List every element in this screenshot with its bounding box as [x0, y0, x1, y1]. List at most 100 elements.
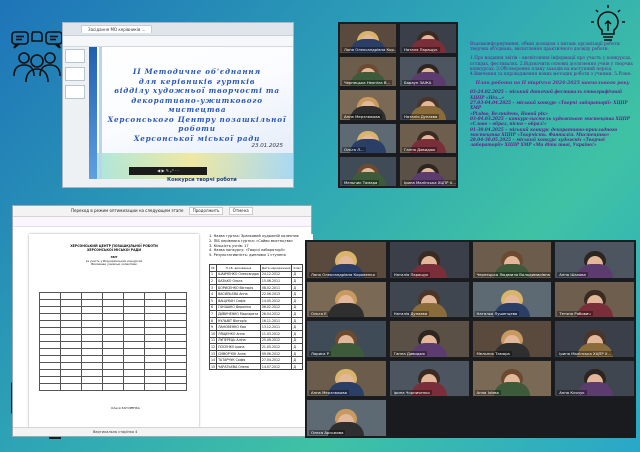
report-table-cell	[102, 362, 124, 370]
report-table-cell	[123, 306, 145, 314]
participant-name: Мельник Тамара	[342, 179, 380, 185]
bottom-video-tile[interactable]: Ірина Чорниченко	[388, 359, 470, 398]
participant-name: Ганна Давидюк	[391, 350, 428, 356]
bottom-video-tile[interactable]: Наталья Лушенцева	[471, 280, 553, 319]
browser-tab[interactable]: Засідання МО керівників ...	[81, 25, 153, 33]
report-table-cell	[102, 383, 124, 391]
report-table-cell	[81, 313, 103, 321]
report-table-cell	[144, 383, 166, 391]
report-table-cell	[39, 299, 61, 307]
report-table-cell	[39, 348, 61, 356]
table-cell: СИМОР'ЮК Анна	[216, 349, 261, 358]
top-video-tile[interactable]: Наталія Дунаєва	[399, 89, 457, 121]
report-table-cell	[123, 355, 145, 363]
table-cell: 09.06.2012	[259, 349, 293, 358]
table-cell: Д	[291, 316, 303, 325]
top-video-tile[interactable]: Ольга Л...	[339, 122, 397, 154]
participant-name: Ольга Л...	[342, 146, 366, 152]
slide-title-line: декоративно-ужиткового мистецтва	[131, 95, 263, 115]
bottom-video-tile[interactable]: Чернецька Людмила Володимирівна	[471, 241, 553, 279]
bottom-video-tile[interactable]: Анна Мерзлюкова	[306, 359, 387, 398]
slide-title-line: ІІ Методичне об'єднання	[133, 67, 261, 76]
table-cell: 6	[209, 303, 218, 312]
cancel-button[interactable]: Отмена	[228, 207, 253, 215]
bottom-video-tile[interactable]: Анна Ілієва	[471, 359, 553, 398]
table-cell: ДИВИЧЕНКО Маргарита	[216, 310, 261, 318]
bottom-video-tile[interactable]: Лана Олександрівна Коровенко	[306, 241, 387, 279]
bottom-video-tile[interactable]: Наталія Дунаєва	[388, 280, 470, 319]
top-video-tile[interactable]: Чернецька Неоніла В...	[339, 56, 397, 88]
slide-date: 23.01.2025	[251, 143, 284, 149]
document-signature: Олеся ЗАГОРЕНКА	[111, 406, 140, 410]
report-table-cell	[123, 341, 145, 349]
table-cell: Д	[291, 329, 303, 338]
participant-name: Лариса Р	[309, 350, 331, 356]
plan-item: 01-30.04.2025 – міський конкурс декорати…	[470, 126, 618, 137]
table-cell: 3	[209, 283, 218, 292]
report-table-cell	[165, 334, 187, 342]
top-video-tile[interactable]: Анна Мерзлюкова	[339, 89, 397, 121]
report-table-cell	[60, 334, 82, 342]
report-table-cell	[123, 327, 145, 335]
table-cell: ЛАНОВЕНКО Єва	[216, 323, 261, 331]
report-table-row	[39, 376, 187, 384]
report-table-cell	[123, 292, 145, 300]
slide-thumbnail[interactable]	[65, 67, 85, 81]
plan-intro: 1.Про надання звітів – висвітлення інфор…	[470, 56, 633, 78]
table-cell: Д	[291, 290, 303, 298]
lightbulb-icon	[588, 4, 628, 44]
bottom-video-tile[interactable]: Анна Шахова	[554, 241, 635, 279]
slide-thumbnail[interactable]	[65, 49, 85, 63]
report-table-cell	[39, 383, 61, 391]
report-table-cell	[144, 313, 166, 321]
table-cell: 11	[209, 336, 218, 345]
report-table-cell	[165, 355, 187, 363]
participant-name: Анна Мерзлюкова	[342, 113, 382, 119]
participant-name: Анна Мерзлюкова	[309, 390, 349, 396]
bottom-video-tile[interactable]: Ольга Е	[306, 280, 387, 319]
top-video-tile[interactable]: Лана Олександрівна Кор...	[339, 23, 397, 55]
report-table-cell	[144, 327, 166, 335]
participant-name: Ганна Давидюк	[402, 146, 438, 152]
table-cell: ТАТАРЧУК Софія	[216, 356, 261, 364]
bottom-video-tile[interactable]: Олеся Арсьмова	[306, 399, 387, 437]
bottom-video-tile[interactable]: Тетяна Рябович	[554, 280, 635, 319]
participant-name: Ірина Малінська ХЦПР Х...	[557, 350, 614, 356]
table-cell: ЧАРАТЬЄВА Олена	[216, 362, 261, 371]
bottom-video-tile[interactable]: Ірина Малінська ХЦПР Х...	[554, 320, 635, 358]
report-table-cell	[102, 348, 124, 356]
table-cell: Д	[291, 283, 303, 292]
report-table-cell	[144, 306, 166, 314]
report-table-cell	[165, 306, 187, 314]
bottom-video-tile[interactable]: Лариса Р	[306, 320, 387, 358]
table-cell: 8	[209, 316, 218, 325]
bottom-video-tile[interactable]: Анна Клочук	[554, 359, 635, 398]
participant-body	[328, 303, 365, 318]
table-cell: 08.02.2011	[259, 283, 293, 292]
slide-title-line: для керівників гуртків	[138, 76, 256, 86]
bottom-video-tile[interactable]: Мельник Тамара	[471, 320, 553, 358]
continue-button[interactable]: Продолжить	[188, 207, 224, 215]
top-video-tile[interactable]: Бараун ЗАЖА	[399, 56, 457, 88]
table-row: 8 КУЛЬВІТ Вікторія 16.11.2011 Д	[209, 316, 303, 325]
column-header: П.І.Б. вихованця	[216, 264, 261, 272]
slide-controls[interactable]: ◀ ▶ ✎ ⤢ ⋯	[129, 167, 207, 175]
top-video-tile[interactable]: Ірина Малінська ХЦПР Х...	[399, 155, 457, 187]
table-cell: Д	[291, 349, 303, 358]
bottom-video-tile[interactable]: Наталія Паращук	[388, 241, 470, 279]
document-page: ХЕРСОНСЬКИЙ ЦЕНТР ПОЗАШКІЛЬНОЇ РОБОТИ ХЕ…	[29, 234, 199, 430]
bottom-video-tile[interactable]: Ганна Давидюк	[388, 320, 470, 358]
table-cell: 06.02.2012	[259, 303, 293, 312]
report-table-cell	[39, 334, 61, 342]
students-table-header: № П.І.Б. вихованця Дата народження Клас	[209, 264, 303, 272]
top-video-tile[interactable]: Мельник Тамара	[339, 155, 397, 187]
report-table-row	[39, 313, 187, 321]
report-table-cell	[102, 341, 124, 349]
table-cell: 27.04.2012	[259, 356, 293, 364]
top-video-tile[interactable]: Наталя Паращук	[399, 23, 457, 55]
top-video-tile[interactable]: Ганна Давидюк	[399, 122, 457, 154]
report-table-cell	[165, 299, 187, 307]
slide-thumbnail[interactable]	[65, 85, 85, 99]
report-table-cell	[60, 362, 82, 370]
table-cell: 4	[209, 290, 218, 298]
